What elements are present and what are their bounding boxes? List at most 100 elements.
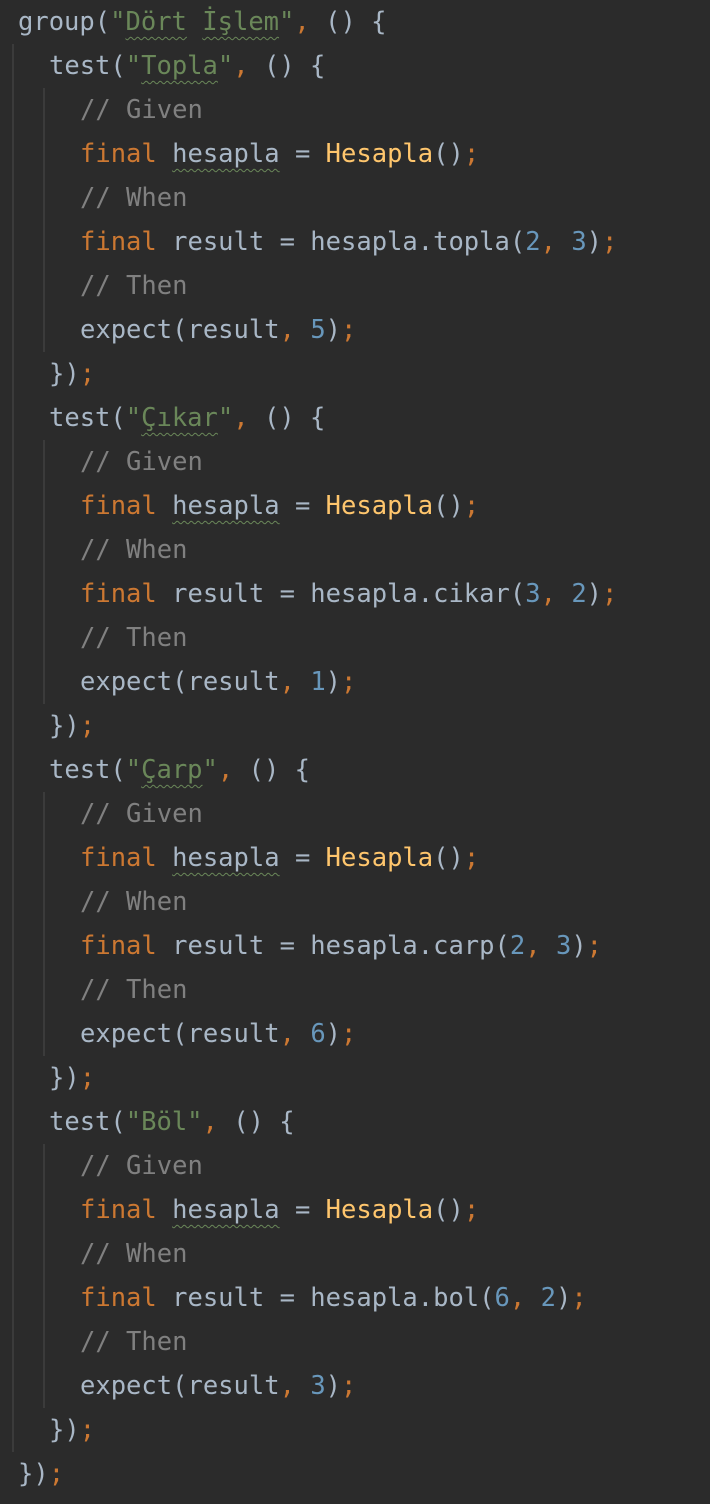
- code-line[interactable]: expect(result, 5);: [80, 308, 356, 352]
- code-token: Hesapla: [325, 491, 434, 521]
- code-token-warning: hesapla: [172, 843, 280, 873]
- code-token: }): [49, 1063, 80, 1093]
- code-line[interactable]: // When: [80, 1232, 187, 1276]
- code-line[interactable]: expect(result, 1);: [80, 660, 356, 704]
- code-token: ): [325, 1371, 342, 1401]
- code-token: ;: [571, 1283, 587, 1313]
- code-token: final: [80, 931, 157, 961]
- code-token: // Then: [80, 271, 188, 301]
- code-line[interactable]: expect(result, 3);: [80, 1364, 356, 1408]
- code-line[interactable]: // Then: [80, 616, 187, 660]
- code-token: ): [571, 931, 587, 961]
- code-line[interactable]: // Then: [80, 1320, 187, 1364]
- code-line[interactable]: final result = hesapla.bol(6, 2);: [80, 1276, 587, 1320]
- code-line[interactable]: final result = hesapla.carp(2, 3);: [80, 924, 602, 968]
- code-line[interactable]: final result = hesapla.cikar(3, 2);: [80, 572, 617, 616]
- code-line[interactable]: // When: [80, 880, 187, 924]
- code-token: expect(result: [80, 667, 280, 697]
- code-line[interactable]: // Then: [80, 968, 187, 1012]
- code-line[interactable]: // Given: [80, 1144, 203, 1188]
- code-token: 6: [494, 1283, 510, 1313]
- code-line[interactable]: test("Topla", () {: [49, 44, 325, 88]
- code-line[interactable]: // When: [80, 176, 187, 220]
- code-token: group(: [18, 7, 111, 37]
- code-token: ;: [602, 579, 618, 609]
- code-token: ;: [79, 359, 96, 389]
- code-line[interactable]: // Given: [80, 792, 203, 836]
- code-token-warning: Dört: [125, 7, 187, 37]
- code-line[interactable]: });: [49, 704, 95, 748]
- code-line[interactable]: test("Çarp", () {: [49, 748, 310, 792]
- indent-guide: [43, 88, 45, 352]
- code-token-warning: İşlem: [202, 7, 280, 37]
- code-token: ": [217, 51, 234, 81]
- code-token: (): [433, 491, 464, 521]
- code-line[interactable]: });: [18, 1452, 64, 1496]
- code-token: ): [586, 579, 603, 609]
- code-token: ,: [509, 1283, 526, 1313]
- code-token: ): [555, 1283, 572, 1313]
- code-token: }): [49, 359, 80, 389]
- code-token: ;: [463, 1195, 480, 1225]
- code-line[interactable]: });: [49, 1056, 95, 1100]
- code-token: ": [125, 51, 142, 81]
- code-line[interactable]: final hesapla = Hesapla();: [80, 484, 479, 528]
- code-token: final: [80, 491, 157, 521]
- code-token: final: [80, 579, 157, 609]
- code-token: ;: [463, 491, 480, 521]
- code-token: Hesapla: [325, 139, 434, 169]
- code-line[interactable]: final hesapla = Hesapla();: [80, 836, 479, 880]
- code-token: ,: [217, 755, 234, 785]
- indent-guide: [43, 1144, 45, 1408]
- code-token: // Then: [80, 623, 188, 653]
- code-line[interactable]: final hesapla = Hesapla();: [80, 132, 479, 176]
- code-token: ;: [341, 1019, 357, 1049]
- code-line[interactable]: final result = hesapla.topla(2, 3);: [80, 220, 617, 264]
- code-token: ": [202, 755, 218, 785]
- code-line[interactable]: });: [49, 1408, 95, 1452]
- code-token: final: [80, 843, 157, 873]
- indent-guide: [12, 44, 14, 1452]
- code-token: ): [325, 667, 342, 697]
- code-line[interactable]: test("Çıkar", () {: [49, 396, 325, 440]
- code-token: // When: [80, 183, 188, 213]
- code-token: final: [80, 1283, 157, 1313]
- code-editor[interactable]: group("Dört İşlem", () {test("Topla", ()…: [0, 0, 710, 1504]
- code-line[interactable]: // Then: [80, 264, 187, 308]
- code-line[interactable]: test("Böl", () {: [49, 1100, 295, 1144]
- code-token: =: [279, 139, 326, 169]
- code-token: test(: [49, 1107, 126, 1137]
- code-token: () {: [233, 755, 311, 785]
- code-line[interactable]: expect(result, 6);: [80, 1012, 356, 1056]
- code-token-warning: Çıkar: [141, 403, 218, 433]
- code-line[interactable]: // Given: [80, 440, 203, 484]
- code-token: ): [325, 315, 342, 345]
- code-token: ,: [279, 1019, 295, 1049]
- code-token: ;: [48, 1459, 65, 1489]
- code-token: (): [433, 139, 464, 169]
- code-token: 2: [509, 931, 526, 961]
- code-token: ;: [602, 227, 618, 257]
- code-token: 3: [525, 579, 541, 609]
- code-token: final: [80, 227, 157, 257]
- code-line[interactable]: });: [49, 352, 95, 396]
- code-token: test(: [49, 755, 126, 785]
- code-line[interactable]: final hesapla = Hesapla();: [80, 1188, 479, 1232]
- code-token: 5: [310, 315, 326, 345]
- code-token: ;: [463, 139, 480, 169]
- code-token: // When: [80, 1239, 188, 1269]
- code-token: ": [125, 755, 142, 785]
- code-token: () {: [309, 7, 387, 37]
- code-line[interactable]: group("Dört İşlem", () {: [18, 0, 387, 44]
- code-token: ,: [202, 1107, 218, 1137]
- code-line[interactable]: // When: [80, 528, 187, 572]
- code-line[interactable]: // Given: [80, 88, 203, 132]
- indent-guide: [43, 792, 45, 1056]
